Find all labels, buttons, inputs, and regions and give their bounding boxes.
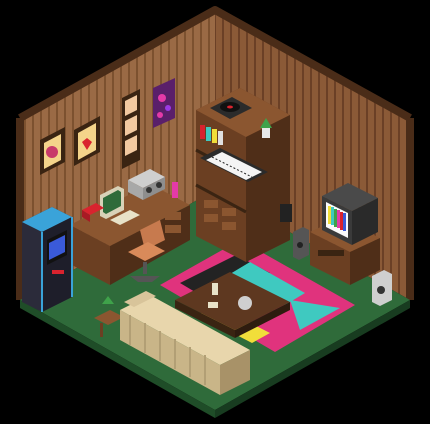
speaker-right <box>372 270 392 306</box>
arcade-cabinet <box>22 207 73 312</box>
room-scene <box>16 6 414 418</box>
wall-frame-3 <box>122 89 140 169</box>
speaker-left <box>293 227 309 260</box>
pink-bottle <box>172 182 178 198</box>
speaker-small <box>280 204 292 222</box>
